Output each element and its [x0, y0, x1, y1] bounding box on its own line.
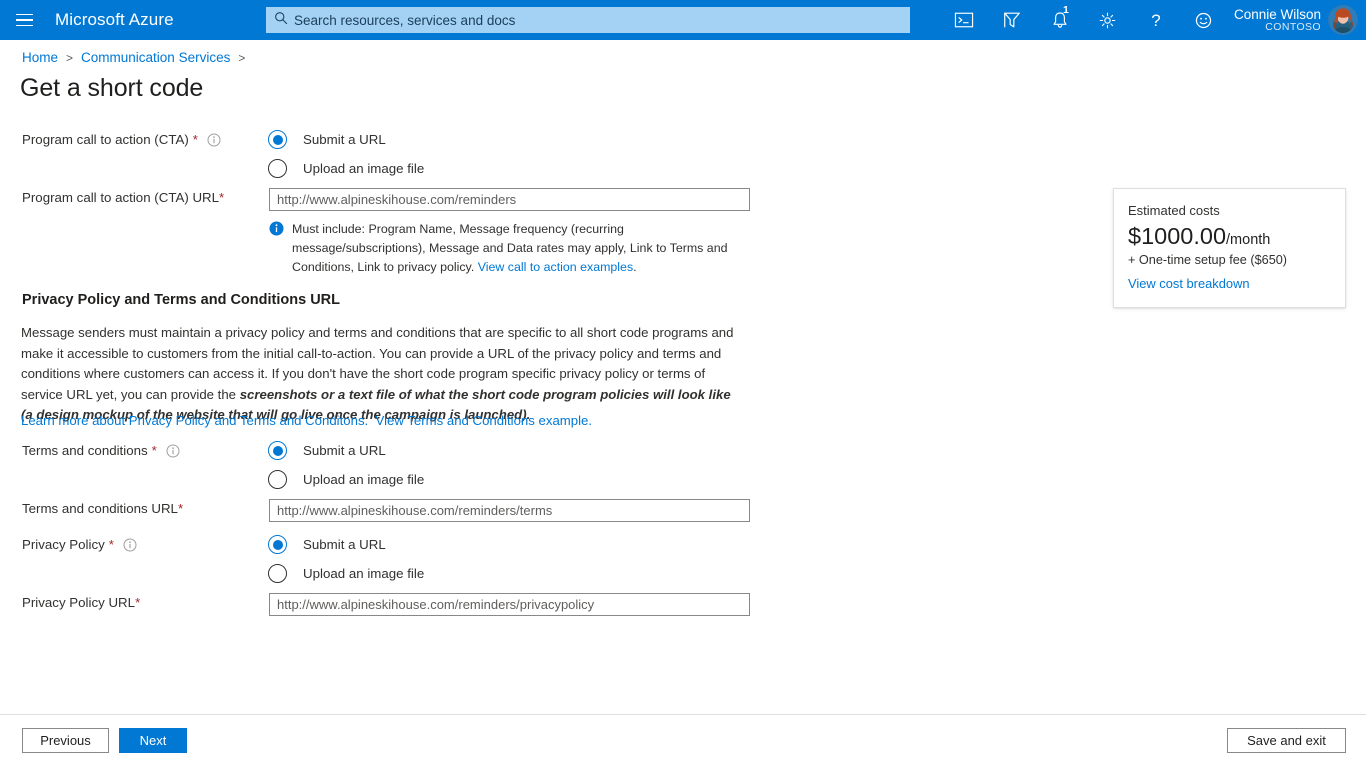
terms-url-label: Terms and conditions URL *: [22, 501, 183, 516]
terms-url-label-text: Terms and conditions URL: [22, 501, 178, 516]
privacy-url-required-asterisk: *: [135, 595, 140, 610]
page-title: Get a short code: [20, 74, 203, 103]
user-text-block: Connie Wilson CONTOSO: [1234, 7, 1321, 34]
cta-radio-submit-url[interactable]: Submit a URL: [268, 130, 424, 149]
cta-url-input[interactable]: [269, 188, 750, 211]
privacy-url-label-text: Privacy Policy URL: [22, 595, 135, 610]
privacy-section-paragraph: Message senders must maintain a privacy …: [21, 323, 743, 426]
privacy-section-heading: Privacy Policy and Terms and Conditions …: [22, 292, 340, 308]
cloud-shell-icon[interactable]: [940, 0, 988, 40]
feedback-smiley-icon[interactable]: [1180, 0, 1228, 40]
cost-card-title: Estimated costs: [1128, 203, 1331, 218]
info-circle-icon[interactable]: [207, 133, 221, 147]
help-question-icon[interactable]: ?: [1132, 0, 1180, 40]
view-cost-breakdown-link[interactable]: View cost breakdown: [1128, 276, 1331, 291]
privacy-policy-label: Privacy Policy *: [22, 537, 137, 552]
radio-indicator[interactable]: [268, 130, 287, 149]
privacy-radio-upload-image[interactable]: Upload an image file: [268, 564, 424, 583]
radio-indicator[interactable]: [268, 441, 287, 460]
view-terms-example-link[interactable]: View Terms and Conditions example.: [376, 413, 592, 428]
privacy-policy-label-text: Privacy Policy: [22, 537, 105, 552]
avatar[interactable]: [1328, 5, 1358, 35]
terms-url-required-asterisk: *: [178, 501, 183, 516]
privacy-required-asterisk: *: [109, 537, 114, 552]
cta-radio-group: Submit a URL Upload an image file: [268, 130, 424, 188]
breadcrumb-separator-2: >: [238, 51, 245, 65]
cta-url-required-asterisk: *: [219, 190, 224, 205]
user-tenant: CONTOSO: [1234, 22, 1321, 34]
cta-url-label: Program call to action (CTA) URL *: [22, 190, 224, 205]
cost-card-setup-fee: + One-time setup fee ($650): [1128, 253, 1331, 267]
radio-indicator[interactable]: [268, 159, 287, 178]
learn-more-privacy-link[interactable]: Learn more about Privacy Policy and Term…: [21, 413, 368, 428]
info-circle-icon[interactable]: [166, 444, 180, 458]
radio-indicator[interactable]: [268, 470, 287, 489]
breadcrumb: Home > Communication Services >: [22, 50, 245, 65]
info-circle-icon[interactable]: [123, 538, 137, 552]
cost-card-amount-row: $1000.00/month: [1128, 224, 1331, 249]
footer-divider: [0, 714, 1366, 715]
terms-radio-group: Submit a URL Upload an image file: [268, 441, 424, 499]
azure-brand-title[interactable]: Microsoft Azure: [55, 10, 174, 30]
global-search-box[interactable]: [266, 7, 910, 33]
notification-badge-count: 1: [1063, 5, 1069, 16]
breadcrumb-separator: >: [66, 51, 73, 65]
radio-indicator[interactable]: [268, 564, 287, 583]
privacy-section-links: Learn more about Privacy Policy and Term…: [21, 413, 592, 428]
cta-url-label-text: Program call to action (CTA) URL: [22, 190, 219, 205]
hamburger-bars: [16, 10, 33, 31]
previous-button[interactable]: Previous: [22, 728, 109, 753]
privacy-url-input[interactable]: [269, 593, 750, 616]
privacy-radio-upload-image-label: Upload an image file: [303, 566, 424, 581]
terms-radio-upload-image-label: Upload an image file: [303, 472, 424, 487]
terms-label: Terms and conditions *: [22, 443, 180, 458]
cta-hint-text: Must include: Program Name, Message freq…: [292, 220, 739, 277]
privacy-radio-submit-url-label: Submit a URL: [303, 537, 386, 552]
settings-gear-icon[interactable]: [1084, 0, 1132, 40]
radio-indicator[interactable]: [268, 535, 287, 554]
cost-card-period: /month: [1226, 232, 1270, 248]
terms-url-input[interactable]: [269, 499, 750, 522]
user-account-menu[interactable]: Connie Wilson CONTOSO: [1228, 5, 1366, 35]
cta-radio-upload-image[interactable]: Upload an image file: [268, 159, 424, 178]
estimated-costs-card: Estimated costs $1000.00/month + One-tim…: [1113, 188, 1346, 308]
terms-radio-submit-url-label: Submit a URL: [303, 443, 386, 458]
notifications-bell-icon[interactable]: 1: [1036, 0, 1084, 40]
user-name: Connie Wilson: [1234, 7, 1321, 22]
breadcrumb-item-communication-services[interactable]: Communication Services: [81, 50, 230, 65]
info-filled-icon: [269, 221, 284, 241]
svg-text:?: ?: [1151, 11, 1160, 30]
privacy-radio-submit-url[interactable]: Submit a URL: [268, 535, 424, 554]
terms-radio-submit-url[interactable]: Submit a URL: [268, 441, 424, 460]
breadcrumb-item-home[interactable]: Home: [22, 50, 58, 65]
save-and-exit-button[interactable]: Save and exit: [1227, 728, 1346, 753]
topbar-icon-group: 1 ?: [940, 0, 1366, 40]
top-navigation-bar: Microsoft Azure: [0, 0, 1366, 40]
privacy-radio-group: Submit a URL Upload an image file: [268, 535, 424, 593]
cta-required-asterisk: *: [193, 132, 198, 147]
next-button[interactable]: Next: [119, 728, 187, 753]
terms-label-text: Terms and conditions: [22, 443, 148, 458]
search-input[interactable]: [294, 13, 902, 28]
cta-label-text: Program call to action (CTA): [22, 132, 189, 147]
hamburger-menu-icon[interactable]: [0, 0, 48, 40]
directories-subscriptions-icon[interactable]: [988, 0, 1036, 40]
privacy-url-label: Privacy Policy URL *: [22, 595, 140, 610]
terms-required-asterisk: *: [152, 443, 157, 458]
view-cta-examples-link[interactable]: View call to action examples: [478, 260, 633, 274]
search-icon: [274, 11, 294, 30]
terms-radio-upload-image[interactable]: Upload an image file: [268, 470, 424, 489]
cta-radio-upload-image-label: Upload an image file: [303, 161, 424, 176]
cta-hint: Must include: Program Name, Message freq…: [269, 220, 739, 277]
cost-card-amount: $1000.00: [1128, 223, 1226, 249]
cta-hint-suffix: .: [633, 260, 636, 274]
cta-radio-submit-url-label: Submit a URL: [303, 132, 386, 147]
cta-label: Program call to action (CTA) *: [22, 132, 221, 147]
